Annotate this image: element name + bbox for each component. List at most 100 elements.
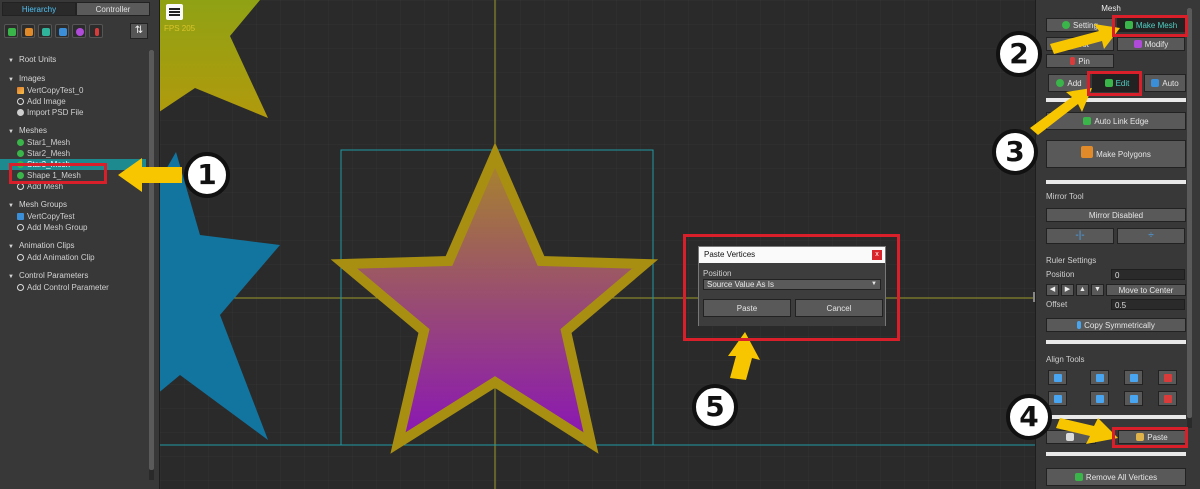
inspector-scrollbar[interactable]	[1187, 8, 1192, 428]
align-middle-icon[interactable]	[1090, 391, 1109, 406]
hierarchy-toolbar	[4, 24, 103, 38]
pin-button[interactable]: Pin	[1046, 54, 1114, 68]
mirror-tool-label: Mirror Tool	[1046, 192, 1084, 201]
section-images[interactable]: ▼ Images	[0, 73, 146, 85]
tab-hierarchy[interactable]: Hierarchy	[2, 2, 76, 16]
step-1-badge: 1	[184, 152, 230, 198]
control-param-icon[interactable]	[89, 24, 103, 38]
ruler-settings-label: Ruler Settings	[1046, 256, 1097, 265]
mesh-icon	[17, 150, 24, 157]
section-animation-clips[interactable]: ▼ Animation Clips	[0, 240, 146, 252]
section-mesh-groups[interactable]: ▼ Mesh Groups	[0, 199, 146, 211]
list-item[interactable]: VertCopyTest_0	[0, 85, 146, 96]
pin-icon	[1070, 57, 1076, 65]
section-control-parameters[interactable]: ▼ Control Parameters	[0, 270, 146, 282]
arrow-right-icon[interactable]: ▶	[1061, 284, 1074, 296]
psd-icon	[17, 109, 24, 116]
root-unit-icon[interactable]	[4, 24, 18, 38]
mirror-disabled-button[interactable]: Mirror Disabled	[1046, 208, 1186, 222]
remove-icon	[1074, 473, 1083, 481]
list-item[interactable]: VertCopyTest	[0, 211, 146, 222]
gear-icon	[1062, 21, 1071, 29]
highlight-edit	[1087, 71, 1142, 96]
make-polygons-button[interactable]: Make Polygons	[1046, 140, 1186, 168]
add-control-parameter-button[interactable]: Add Control Parameter	[0, 282, 146, 293]
pivot-button[interactable]: Pivot	[1046, 37, 1114, 51]
list-item[interactable]: Star2_Mesh	[0, 148, 146, 159]
highlight-dialog	[683, 234, 900, 341]
mirror-vertical-icon[interactable]: -|-	[1046, 228, 1114, 244]
align-top-icon[interactable]	[1048, 391, 1067, 406]
align-bottom-icon[interactable]	[1124, 391, 1143, 406]
setting-button[interactable]: Setting	[1046, 18, 1114, 32]
step-5-badge: 5	[692, 384, 738, 430]
add-vertex-button[interactable]: Add	[1048, 74, 1090, 92]
align-right-icon[interactable]	[1124, 370, 1143, 385]
arrow-left-icon[interactable]: ◀	[1046, 284, 1059, 296]
add-mesh-group-button[interactable]: Add Mesh Group	[0, 222, 146, 233]
section-meshes[interactable]: ▼ Meshes	[0, 125, 146, 137]
add-icon	[1056, 79, 1065, 87]
inspector-title: Mesh	[1101, 4, 1121, 13]
link-icon	[1083, 117, 1092, 125]
copy-icon	[1065, 433, 1074, 441]
distribute-h-icon[interactable]	[1158, 370, 1177, 385]
add-icon	[17, 254, 24, 261]
ruler-position-input[interactable]: 0	[1111, 269, 1185, 280]
move-to-center-button[interactable]: Move to Center	[1106, 284, 1186, 296]
mesh-icon	[17, 139, 24, 146]
mesh-group-icon[interactable]	[55, 24, 69, 38]
ruler-offset-input[interactable]: 0.5	[1111, 299, 1185, 310]
mirror-horizontal-icon[interactable]: ÷	[1117, 228, 1185, 244]
add-image-button[interactable]: Add Image	[0, 96, 146, 107]
add-icon	[17, 284, 24, 291]
polygon-icon	[1081, 146, 1094, 158]
auto-icon	[1151, 79, 1160, 87]
divider	[1046, 340, 1186, 344]
menu-icon[interactable]	[166, 4, 183, 20]
copy-vertices-button[interactable]	[1046, 430, 1096, 444]
tab-controller[interactable]: Controller	[76, 2, 150, 16]
divider	[1046, 98, 1186, 102]
add-icon	[17, 98, 24, 105]
auto-button[interactable]: Auto	[1144, 74, 1186, 92]
arrow-up-icon[interactable]: ▲	[1076, 284, 1089, 296]
auto-link-edge-button[interactable]: Auto Link Edge	[1046, 112, 1186, 130]
fps-counter: FPS 205	[164, 24, 196, 33]
viewport-canvas	[160, 0, 1035, 489]
panel-tabs: Hierarchy Controller	[2, 2, 150, 16]
section-root-units[interactable]: ▼ Root Units	[0, 54, 146, 66]
add-icon	[17, 183, 24, 190]
remove-all-vertices-button[interactable]: Remove All Vertices	[1046, 468, 1186, 486]
step-4-badge: 4	[1006, 394, 1052, 440]
mesh-group-icon	[17, 213, 24, 220]
highlight-paste	[1112, 427, 1188, 448]
import-psd-button[interactable]: Import PSD File	[0, 107, 146, 118]
scene-viewport[interactable]: FPS 205 Paste Vertices x Position Source…	[160, 0, 1035, 489]
hierarchy-scrollbar[interactable]	[149, 50, 154, 480]
highlight-star3-mesh	[9, 163, 107, 184]
distribute-v-icon[interactable]	[1158, 391, 1177, 406]
mesh-icon[interactable]	[38, 24, 52, 38]
highlight-make-mesh	[1112, 15, 1188, 37]
align-tools-label: Align Tools	[1046, 355, 1085, 364]
animation-icon[interactable]	[72, 24, 86, 38]
arrow-down-icon[interactable]: ▼	[1091, 284, 1104, 296]
divider	[1046, 452, 1186, 456]
copy-symmetrically-button[interactable]: Copy Symmetrically	[1046, 318, 1186, 332]
divider	[1046, 180, 1186, 184]
step-2-badge: 2	[996, 31, 1042, 77]
align-left-icon[interactable]	[1048, 370, 1067, 385]
symmetry-icon	[1077, 321, 1082, 329]
align-center-icon[interactable]	[1090, 370, 1109, 385]
position-label: Position	[1046, 270, 1075, 279]
modify-button[interactable]: Modify	[1117, 37, 1185, 51]
step-3-badge: 3	[992, 129, 1038, 175]
sort-button[interactable]: ⇅	[130, 23, 148, 39]
image-icon[interactable]	[21, 24, 35, 38]
add-icon	[17, 224, 24, 231]
add-animation-clip-button[interactable]: Add Animation Clip	[0, 252, 146, 263]
image-icon	[17, 87, 24, 94]
list-item[interactable]: Star1_Mesh	[0, 137, 146, 148]
divider	[1046, 415, 1186, 419]
